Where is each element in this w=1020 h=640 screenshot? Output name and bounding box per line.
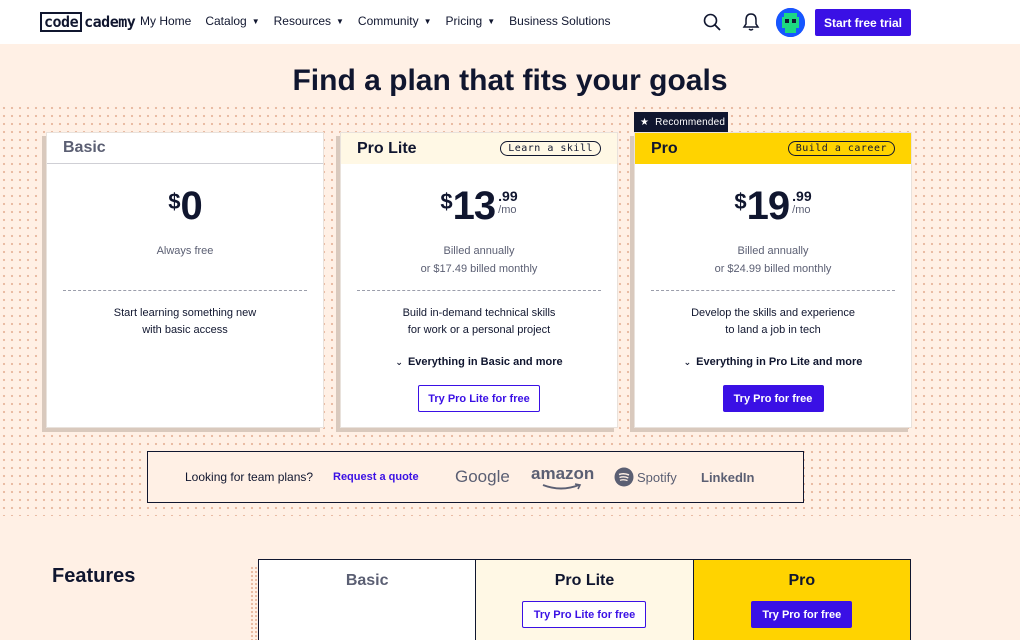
- bell-icon[interactable]: [742, 12, 762, 32]
- plan-name: Pro Lite: [554, 572, 615, 589]
- amazon-logo: amazon: [531, 464, 594, 490]
- plan-card-pro-lite: Pro Lite Learn a skill $ 13 .99/mo Bille…: [340, 132, 618, 428]
- features-heading: Features: [52, 565, 136, 587]
- page-title: Find a plan that fits your goals: [292, 64, 728, 97]
- caret-down-icon: ▼: [423, 16, 432, 26]
- nav-pricing[interactable]: Pricing ▼: [446, 14, 496, 28]
- plan-header: Pro Lite Learn a skill: [341, 133, 617, 164]
- plan-name: Basic: [63, 139, 106, 156]
- codecademy-logo[interactable]: code cademy: [40, 12, 136, 32]
- plan-description: Develop the skills and experience to lan…: [691, 307, 855, 336]
- features-table-header: Basic Pro Lite Try Pro Lite for free Pro…: [258, 559, 911, 640]
- price: $ 13 .99/mo: [440, 184, 518, 228]
- star-icon: ★: [640, 116, 650, 128]
- features-col-pro: Pro Try Pro for free: [692, 560, 910, 640]
- nav-community[interactable]: Community ▼: [358, 14, 432, 28]
- nav-business-solutions[interactable]: Business Solutions: [509, 14, 610, 28]
- try-pro-lite-button[interactable]: Try Pro Lite for free: [418, 385, 540, 412]
- plan-name: Pro Lite: [357, 139, 417, 157]
- plan-header: Pro Build a career: [635, 133, 911, 164]
- price: $ 0: [168, 184, 203, 228]
- try-pro-lite-button[interactable]: Try Pro Lite for free: [522, 601, 647, 628]
- nav-catalog[interactable]: Catalog ▼: [205, 14, 259, 28]
- divider: [651, 290, 895, 291]
- spotify-logo: Spotify: [614, 467, 677, 487]
- plan-name: Pro: [651, 139, 678, 157]
- try-pro-button[interactable]: Try Pro for free: [751, 601, 853, 628]
- plan-tag: Build a career: [787, 141, 895, 156]
- plan-tag: Learn a skill: [500, 141, 601, 156]
- dotted-background: [250, 566, 258, 640]
- avatar[interactable]: [776, 8, 805, 37]
- price: $ 19 .99/mo: [734, 184, 812, 228]
- try-pro-button[interactable]: Try Pro for free: [722, 385, 824, 412]
- team-plans-bar: Looking for team plans? Request a quote …: [147, 451, 804, 503]
- divider: [357, 290, 601, 291]
- nav-resources[interactable]: Resources ▼: [274, 14, 344, 28]
- chevron-down-icon: ⌄: [395, 357, 403, 367]
- nav-my-home[interactable]: My Home: [140, 14, 191, 28]
- caret-down-icon: ▼: [336, 16, 344, 26]
- chevron-down-icon: ⌄: [683, 357, 692, 367]
- expand-features-toggle[interactable]: ⌄ Everything in Basic and more: [341, 356, 617, 368]
- top-nav: code cademy My Home Catalog ▼ Resources ▼ C…: [0, 0, 1020, 44]
- linkedin-logo: LinkedIn: [701, 469, 755, 485]
- expand-features-toggle[interactable]: ⌄ Everything in Pro Lite and more: [635, 356, 911, 368]
- billing-note: Always free: [156, 245, 214, 257]
- spotify-icon: [614, 467, 634, 487]
- features-col-pro-lite: Pro Lite Try Pro Lite for free: [475, 560, 693, 640]
- divider: [63, 290, 307, 291]
- start-free-trial-button[interactable]: Start free trial: [815, 9, 911, 36]
- nav-links: My Home Catalog ▼ Resources ▼ Community ▼ P…: [140, 14, 625, 28]
- plan-card-basic: Basic $ 0 Always free Start learning som…: [46, 132, 324, 428]
- plan-description: Build in-demand technical skills for wor…: [402, 307, 556, 336]
- plan-description: Start learning something new with basic …: [113, 307, 257, 336]
- google-logo: Google: [455, 467, 510, 486]
- caret-down-icon: ▼: [487, 16, 496, 26]
- billing-note: Billed annually or $24.99 billed monthly: [714, 245, 832, 275]
- plan-name: Basic: [345, 572, 389, 589]
- amazon-smile-icon: [542, 483, 582, 490]
- request-quote-link[interactable]: Request a quote: [333, 471, 419, 483]
- plan-card-pro: Pro Build a career $ 19 .99/mo Billed an…: [634, 132, 912, 428]
- recommended-badge: ★ Recommended: [634, 112, 728, 132]
- billing-note: Billed annually or $17.49 billed monthly: [420, 245, 538, 275]
- team-plans-question: Looking for team plans?: [185, 470, 314, 484]
- plan-header: Basic: [47, 133, 323, 164]
- features-col-basic: Basic: [259, 560, 476, 640]
- search-icon[interactable]: [702, 12, 722, 32]
- plan-name: Pro: [788, 572, 816, 589]
- caret-down-icon: ▼: [251, 16, 260, 26]
